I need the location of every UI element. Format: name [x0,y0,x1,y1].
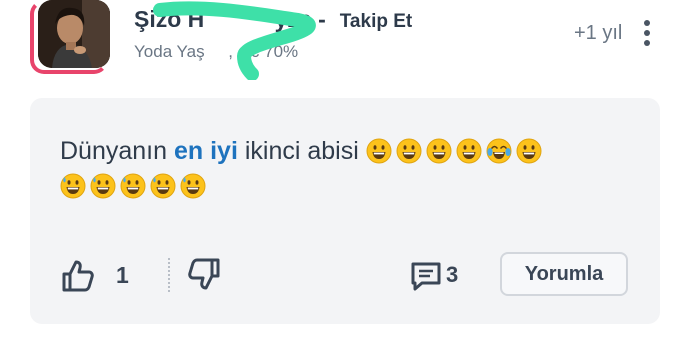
grinning-face-emoji [396,138,422,164]
subtitle-start: Yoda Yaş [134,42,205,61]
comment-actions: 1 3 Yorumla [30,252,660,300]
comment-text-after: ikinci abisi [237,137,366,165]
vertical-dots-icon[interactable] [636,18,658,48]
grinning-face-emoji [516,138,542,164]
comment-header: Şizo H yze - Takip Et Yoda Yaş , eic 70% … [0,0,690,90]
thumbs-down-icon[interactable] [186,256,222,292]
comment-highlight: en iyi [173,137,238,165]
grinning-face-with-sweat-emoji [60,173,86,199]
thumbs-up-icon[interactable] [60,258,96,294]
post-time: +1 yıl [574,22,623,44]
username-start: Şizo [134,6,182,32]
reply-count: 3 [446,262,459,287]
comment-card: Dünyanın en iyi ikinci abisi 1 3 Yorumla [30,98,660,324]
subtitle-end: , eic 70% [228,42,299,61]
comment-text-before: Dünyanın [60,137,174,165]
comment-icon[interactable] [410,260,442,292]
username-row: Şizo H yze - Takip Et [134,6,412,40]
username[interactable]: Şizo H yze - [134,6,326,32]
vote-divider [168,258,170,292]
comment-text: Dünyanın en iyi ikinci abisi [60,134,632,204]
grinning-face-with-sweat-emoji [90,173,116,199]
username-end: yze - [274,6,326,32]
avatar[interactable] [30,0,112,78]
like-count: 1 [116,262,129,288]
grinning-face-emoji [426,138,452,164]
grinning-face-emoji [456,138,482,164]
follow-button[interactable]: Takip Et [340,11,413,32]
grinning-face-emoji [366,138,392,164]
grinning-face-with-sweat-emoji [180,173,206,199]
face-with-tears-of-joy-emoji [486,138,512,164]
grinning-face-with-sweat-emoji [120,173,146,199]
username-mid: H [187,6,205,32]
grinning-face-with-sweat-emoji [150,173,176,199]
reply-button[interactable]: Yorumla [500,252,628,296]
avatar-photo [38,0,110,68]
emoji-line-2 [60,172,210,200]
author-subtitle: Yoda Yaş , eic 70% [134,42,298,62]
emoji-line-1 [366,137,546,165]
